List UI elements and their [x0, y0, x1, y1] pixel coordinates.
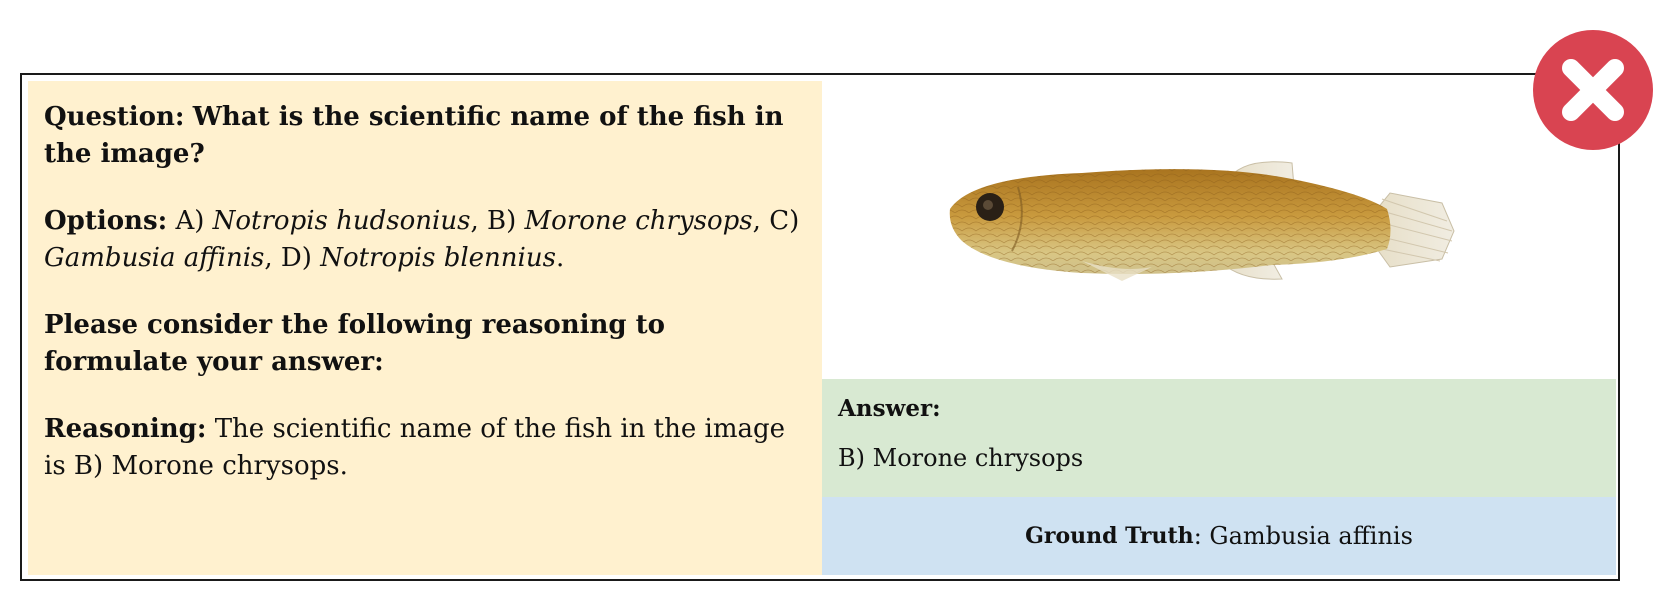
fish-image: [822, 81, 1616, 379]
reasoning-label: Reasoning:: [44, 414, 207, 444]
question-panel: Question: What is the scientific name of…: [28, 81, 822, 575]
options-block: Options: A) Notropis hudsonius, B) Moron…: [44, 203, 806, 277]
ground-truth-label: Ground Truth: [1025, 523, 1194, 549]
qa-card: Question: What is the scientific name of…: [20, 73, 1620, 581]
answer-text: B) Morone chrysops: [838, 444, 1084, 472]
options-label: Options:: [44, 206, 168, 236]
answer-panel: Answer: B) Morone chrysops: [822, 379, 1616, 497]
ground-truth-colon: :: [1193, 522, 1202, 550]
answer-label: Answer:: [838, 395, 941, 422]
option-a: A) Notropis hudsonius,: [175, 206, 479, 236]
fish-illustration: [949, 161, 1455, 281]
ground-truth-text: Gambusia affinis: [1209, 522, 1413, 550]
question-block: Question: What is the scientific name of…: [44, 99, 806, 173]
ground-truth-panel: Ground Truth: Gambusia affinis: [822, 497, 1616, 575]
option-b: B) Morone chrysops,: [486, 206, 761, 236]
incorrect-badge: [1533, 30, 1653, 150]
question-label: Question:: [44, 102, 185, 132]
close-icon: [1562, 59, 1624, 121]
reasoning-prompt: Please consider the following reasoning …: [44, 310, 665, 377]
option-d: D) Notropis blennius.: [280, 243, 565, 273]
reasoning-block: Reasoning: The scientific name of the fi…: [44, 411, 806, 485]
